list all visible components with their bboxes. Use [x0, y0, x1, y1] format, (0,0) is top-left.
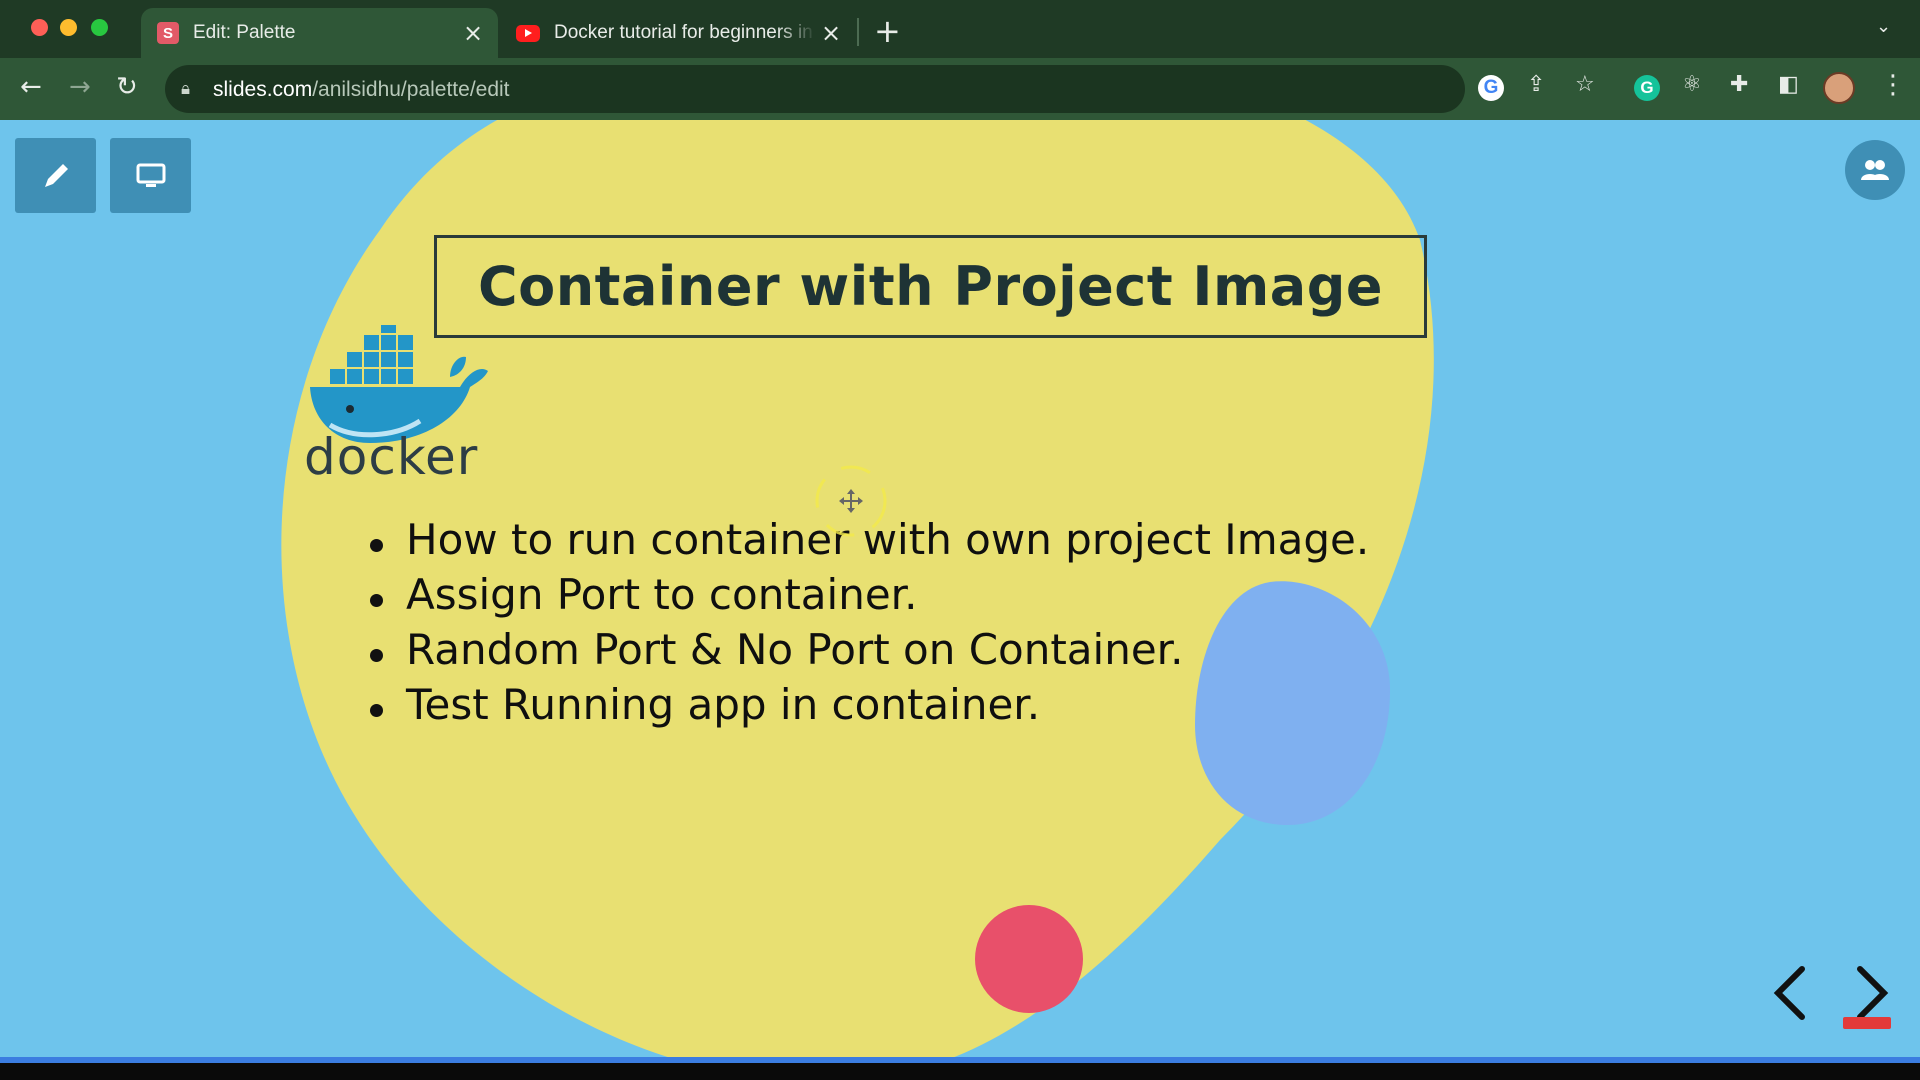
browser-toolbar: ← → ↻ 🔒︎ slides.com/anilsidhu/palette/ed…: [0, 58, 1920, 120]
red-blob: [975, 905, 1083, 1013]
tab-divider: [857, 18, 859, 46]
share-icon[interactable]: ⇪: [1527, 72, 1545, 97]
tab-search-chevron-icon[interactable]: ⌄: [1876, 16, 1891, 37]
window-close-button[interactable]: [31, 19, 48, 36]
google-icon[interactable]: G: [1478, 75, 1504, 101]
next-slide-icon[interactable]: [1850, 963, 1894, 1023]
subscribe-badge: [1843, 1017, 1891, 1029]
move-cursor-icon: [815, 465, 887, 537]
slide-canvas: Container with Project Image docker How …: [0, 120, 1920, 1060]
collaborators-button[interactable]: [1845, 140, 1905, 200]
browser-tab-bar: S Edit: Palette × Docker tutorial for be…: [0, 0, 1920, 58]
docker-logo-text: docker: [304, 428, 479, 486]
react-devtools-icon[interactable]: ⚛: [1682, 72, 1702, 97]
tab-title: Docker tutorial for beginners in: [554, 22, 813, 43]
list-item: Random Port & No Port on Container.: [370, 625, 1369, 680]
monitor-icon: [136, 163, 165, 187]
reload-icon[interactable]: ↻: [116, 72, 138, 102]
edit-pencil-button[interactable]: [15, 138, 96, 213]
tab-close-icon[interactable]: ×: [816, 19, 846, 47]
new-tab-icon[interactable]: +: [874, 12, 901, 50]
window-minimize-button[interactable]: [60, 19, 77, 36]
kebab-menu-icon[interactable]: ⋮: [1880, 70, 1906, 100]
slide-bullet-list[interactable]: How to run container with own project Im…: [370, 515, 1369, 735]
slide-title-box[interactable]: Container with Project Image: [434, 235, 1427, 338]
lock-icon: 🔒︎: [181, 79, 191, 99]
window-zoom-button[interactable]: [91, 19, 108, 36]
url-host: slides.com: [213, 78, 313, 101]
previous-slide-icon[interactable]: [1768, 963, 1812, 1023]
tab-title: Edit: Palette: [193, 22, 296, 43]
extensions-puzzle-icon[interactable]: ✚: [1730, 72, 1748, 97]
pencil-icon: [44, 163, 68, 187]
bookmark-star-icon[interactable]: ☆: [1575, 72, 1595, 97]
url-text[interactable]: slides.com/anilsidhu/palette/edit: [213, 78, 510, 102]
slide-title: Container with Project Image: [477, 255, 1384, 318]
side-panel-icon[interactable]: ◧: [1778, 72, 1799, 97]
os-dock: [0, 1063, 1920, 1080]
address-bar[interactable]: 🔒︎ slides.com/anilsidhu/palette/edit: [165, 65, 1465, 113]
profile-avatar[interactable]: [1823, 72, 1855, 104]
youtube-icon: [516, 24, 540, 42]
list-item: Test Running app in container.: [370, 680, 1369, 735]
list-item: Assign Port to container.: [370, 570, 1369, 625]
users-icon: [1861, 160, 1889, 180]
grammarly-icon[interactable]: G: [1634, 75, 1660, 101]
back-arrow-icon[interactable]: ←: [20, 72, 42, 102]
tab-edit-palette[interactable]: S Edit: Palette ×: [141, 8, 498, 58]
tab-close-icon[interactable]: ×: [458, 19, 488, 47]
tab-docker-tutorial[interactable]: Docker tutorial for beginners in ×: [506, 8, 856, 58]
slides-favicon-icon: S: [157, 22, 179, 44]
forward-arrow-icon[interactable]: →: [69, 72, 91, 102]
url-path: /anilsidhu/palette/edit: [312, 78, 510, 101]
present-button[interactable]: [110, 138, 191, 213]
